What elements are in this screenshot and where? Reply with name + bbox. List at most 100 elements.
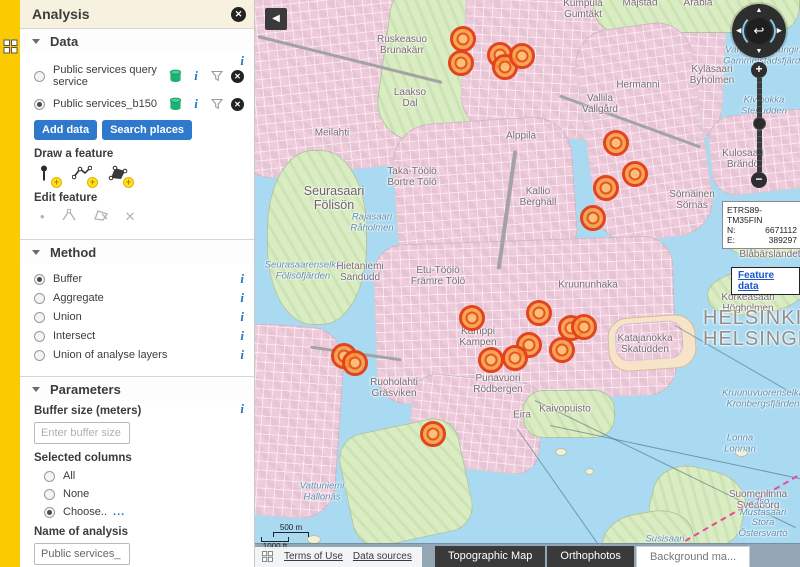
analysis-buffer-marker[interactable]: [342, 350, 368, 376]
section-data-header[interactable]: Data: [20, 29, 254, 53]
analysis-buffer-marker[interactable]: [580, 205, 606, 231]
columns-option-choose: Choose.. ...: [44, 506, 244, 518]
terms-of-use-link[interactable]: Terms of Use: [284, 551, 343, 562]
pan-up-icon[interactable]: ▲: [756, 7, 763, 14]
zoom-out-button[interactable]: −: [751, 172, 767, 188]
basemap-tab[interactable]: Background ma...: [636, 546, 750, 567]
add-badge-icon: +: [123, 177, 134, 188]
edit-point-icon[interactable]: •: [40, 209, 45, 224]
database-icon[interactable]: [168, 97, 182, 111]
add-badge-icon: +: [51, 177, 62, 188]
zoom-slider: + −: [750, 62, 768, 188]
parameters-info-icon[interactable]: i: [240, 403, 244, 415]
section-method: Method Buffer i Aggregate i Union i: [20, 239, 254, 376]
edit-feature-label: Edit feature: [34, 192, 244, 204]
draw-area-icon[interactable]: +: [108, 164, 132, 186]
method-info-icon[interactable]: i: [240, 330, 244, 342]
analysis-buffer-marker[interactable]: [603, 130, 629, 156]
east-label: E:: [727, 235, 735, 245]
tiles-icon[interactable]: [2, 38, 19, 55]
analysis-buffer-marker[interactable]: [448, 50, 474, 76]
method-radio[interactable]: [34, 293, 45, 304]
method-info-icon[interactable]: i: [240, 292, 244, 304]
section-method-header[interactable]: Method: [20, 240, 254, 264]
analysis-buffer-marker[interactable]: [450, 26, 476, 52]
method-info-icon[interactable]: i: [240, 273, 244, 285]
layer-info-icon[interactable]: i: [189, 69, 203, 83]
pan-left-icon[interactable]: ◀: [736, 28, 741, 35]
filter-icon[interactable]: [210, 97, 224, 111]
section-data: Data i Public services query service i: [20, 28, 254, 239]
coordinate-display: ETRS89-TM35FIN N:6671112 E:389297: [722, 201, 800, 249]
yellow-tool-stripe: [0, 0, 20, 567]
analysis-buffer-marker[interactable]: [459, 305, 485, 331]
analysis-buffer-marker[interactable]: [478, 347, 504, 373]
panel-collapse-button[interactable]: ◀: [265, 8, 287, 30]
reset-view-icon[interactable]: ↩: [746, 18, 772, 44]
crs-label: ETRS89-TM35FIN: [727, 205, 797, 225]
columns-option-all: All: [44, 470, 244, 482]
method-radio[interactable]: [34, 274, 45, 285]
pan-right-icon[interactable]: ▶: [777, 28, 782, 35]
method-radio[interactable]: [34, 312, 45, 323]
columns-radio[interactable]: [44, 471, 55, 482]
map-attribution: Terms of Use Data sources: [255, 547, 422, 567]
zoom-in-button[interactable]: +: [751, 62, 767, 78]
layer-radio[interactable]: [34, 99, 45, 110]
add-badge-icon: +: [87, 177, 98, 188]
layer-radio[interactable]: [34, 71, 45, 82]
scale-metric-label: 500 m: [273, 523, 309, 532]
east-value: 389297: [769, 235, 797, 245]
analysis-buffer-marker[interactable]: [549, 337, 575, 363]
boat-route: [675, 325, 797, 396]
database-icon[interactable]: [168, 69, 182, 83]
edit-line-icon[interactable]: [61, 208, 77, 225]
method-radio[interactable]: [34, 350, 45, 361]
basemap-tab[interactable]: Orthophotos: [547, 546, 634, 567]
search-places-button[interactable]: Search places: [102, 120, 192, 140]
method-option-union: Union i: [34, 311, 244, 323]
analysis-buffer-marker[interactable]: [622, 161, 648, 187]
feature-data-button[interactable]: Feature data: [731, 267, 800, 295]
analysis-buffer-marker[interactable]: [502, 345, 528, 371]
add-data-button[interactable]: Add data: [34, 120, 97, 140]
analysis-buffer-marker[interactable]: [571, 314, 597, 340]
analysis-buffer-marker[interactable]: [526, 300, 552, 326]
method-info-icon[interactable]: i: [240, 349, 244, 361]
harbor-area: [334, 414, 477, 552]
analysis-name-input[interactable]: [34, 543, 130, 565]
basemap-selector: Topographic MapOrthophotosBackground ma.…: [435, 546, 750, 567]
remove-layer-icon[interactable]: ✕: [231, 70, 244, 83]
method-info-icon[interactable]: i: [240, 311, 244, 323]
chevron-down-icon: [32, 39, 40, 44]
panel-title: Analysis: [32, 6, 231, 22]
pan-control[interactable]: ▲ ▼ ◀ ▶ ↩: [732, 4, 786, 58]
columns-radio[interactable]: [44, 507, 55, 518]
map-viewport[interactable]: Ruskeasuo BrunakärrKumpula GumtäktMajsta…: [255, 0, 800, 567]
columns-radio[interactable]: [44, 489, 55, 500]
filter-icon[interactable]: [210, 69, 224, 83]
park-area: [523, 390, 615, 438]
close-icon[interactable]: ✕: [231, 7, 246, 22]
buffer-size-input[interactable]: [34, 422, 130, 444]
choose-columns-link[interactable]: ...: [113, 506, 125, 518]
zoom-handle[interactable]: [753, 117, 766, 130]
section-parameters-header[interactable]: Parameters: [20, 377, 254, 401]
edit-area-icon[interactable]: [93, 208, 109, 225]
pan-down-icon[interactable]: ▼: [756, 48, 763, 55]
remove-layer-icon[interactable]: ✕: [231, 98, 244, 111]
layer-info-icon[interactable]: i: [189, 97, 203, 111]
delete-feature-icon[interactable]: ✕: [125, 209, 136, 225]
data-sources-link[interactable]: Data sources: [353, 551, 412, 562]
analysis-buffer-marker[interactable]: [420, 421, 446, 447]
analysis-buffer-marker[interactable]: [593, 175, 619, 201]
analysis-panel: Analysis ✕ Data i Public services query …: [20, 0, 255, 567]
draw-line-icon[interactable]: +: [72, 164, 96, 186]
draw-point-icon[interactable]: +: [36, 164, 60, 186]
data-info-icon[interactable]: i: [240, 55, 244, 67]
method-radio[interactable]: [34, 331, 45, 342]
basemap-tab[interactable]: Topographic Map: [435, 546, 545, 567]
tiles-icon[interactable]: [261, 550, 274, 563]
draw-feature-label: Draw a feature: [34, 148, 244, 160]
analysis-buffer-marker[interactable]: [509, 43, 535, 69]
